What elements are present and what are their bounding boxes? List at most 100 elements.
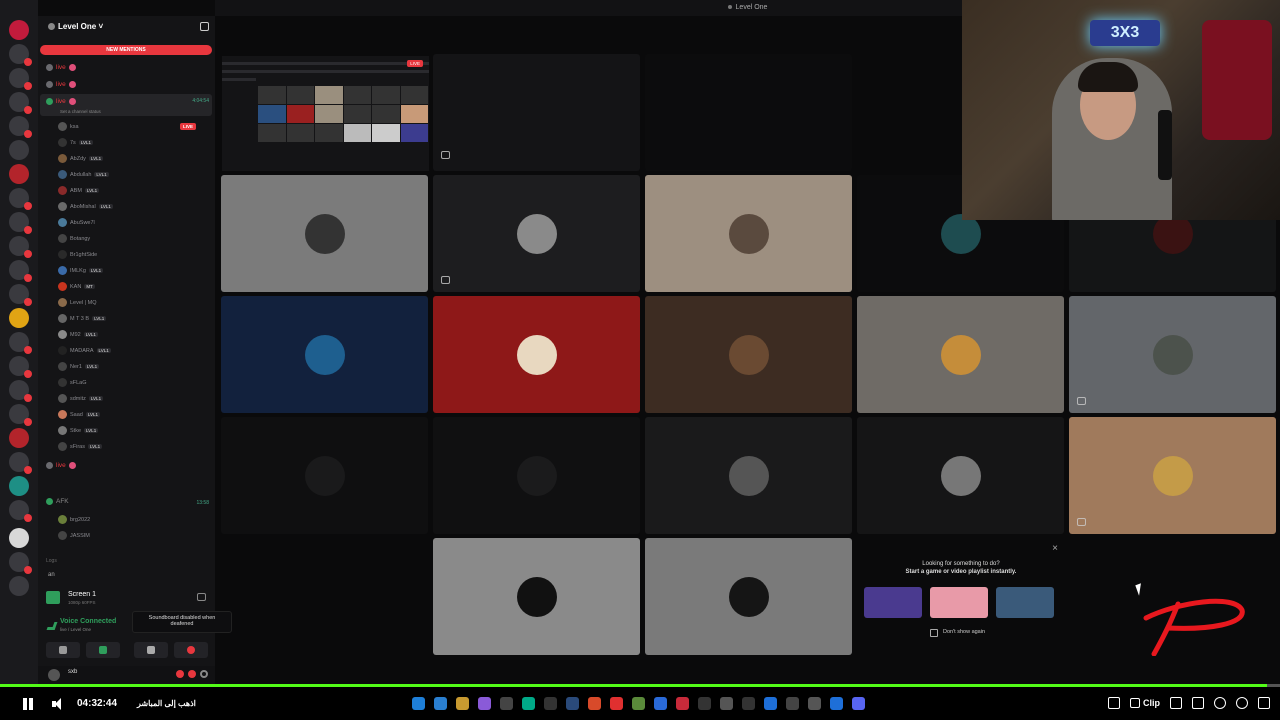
list-item[interactable]: sFLaG	[58, 377, 208, 388]
voice-channel-afk[interactable]: AFK	[46, 498, 69, 505]
server-icon[interactable]	[9, 332, 32, 354]
chat-icon[interactable]	[1170, 697, 1182, 709]
list-item[interactable]: 7s LVL1	[58, 137, 208, 148]
participant-tile[interactable]	[1069, 296, 1276, 413]
participant-tile[interactable]	[221, 417, 428, 534]
expand-icon[interactable]	[1258, 697, 1270, 709]
participant-tile[interactable]	[645, 417, 852, 534]
server-icon[interactable]	[9, 284, 32, 306]
voice-channel-live-3[interactable]: live	[46, 95, 76, 107]
server-icon-home[interactable]	[9, 20, 29, 40]
list-item[interactable]: KAN MT	[58, 281, 208, 292]
dont-show-label[interactable]: Don't show again	[943, 629, 985, 635]
soundboard-button[interactable]	[174, 642, 208, 658]
participant-tile[interactable]	[1069, 417, 1276, 534]
server-icon[interactable]	[9, 380, 32, 402]
screen-share-tile[interactable]: LIVE	[222, 56, 429, 171]
server-icon[interactable]	[9, 188, 32, 210]
noise-suppression-button[interactable]	[46, 642, 80, 658]
voice-channel-live-4[interactable]: live	[46, 459, 76, 471]
participant-tile[interactable]	[433, 538, 640, 655]
server-icon[interactable]	[9, 92, 32, 114]
list-item[interactable]: Level | MQ	[58, 297, 208, 308]
mic-muted-icon[interactable]	[176, 670, 184, 678]
server-icon[interactable]	[9, 576, 29, 596]
list-item[interactable]: AboMishal LVL1	[58, 201, 208, 212]
clip-button[interactable]: Clip	[1130, 698, 1160, 708]
server-icon[interactable]	[9, 428, 29, 448]
channel-status[interactable]: Set a channel status	[60, 109, 101, 114]
participant-tile[interactable]	[433, 54, 640, 171]
list-item[interactable]: brg2022	[58, 514, 208, 525]
participant-tile[interactable]	[221, 296, 428, 413]
avatar[interactable]	[48, 669, 60, 681]
participant-tile[interactable]	[433, 175, 640, 292]
channel-an[interactable]: an	[48, 572, 55, 578]
gear-icon[interactable]	[1236, 697, 1248, 709]
pause-button[interactable]	[22, 698, 34, 710]
dont-show-checkbox[interactable]	[930, 629, 938, 637]
list-item[interactable]: sFiras LVL1	[58, 441, 208, 452]
list-item[interactable]: AbZdy LVL1	[58, 153, 208, 164]
participant-tile[interactable]	[857, 417, 1064, 534]
server-icon[interactable]	[9, 68, 32, 90]
list-item[interactable]: ABM LVL1	[58, 185, 208, 196]
participant-tile[interactable]	[645, 538, 852, 655]
participant-tile[interactable]	[645, 175, 852, 292]
popout-icon[interactable]	[441, 276, 450, 284]
voice-connected-label[interactable]: Voice Connected	[60, 618, 116, 625]
voice-channel-live-2[interactable]: live	[46, 78, 76, 90]
popout-icon[interactable]	[441, 151, 450, 159]
fullscreen-icon[interactable]	[1192, 697, 1204, 709]
list-item[interactable]: JASSIM	[58, 530, 208, 541]
activity-card[interactable]	[864, 587, 922, 618]
server-header[interactable]: Level One ˅	[48, 22, 103, 31]
activity-card[interactable]	[996, 587, 1054, 618]
theater-mode-icon[interactable]	[1108, 697, 1120, 709]
volume-button[interactable]	[52, 698, 66, 710]
list-item[interactable]: Br1ghtSide	[58, 249, 208, 260]
server-icon[interactable]	[9, 260, 32, 282]
close-icon[interactable]: ×	[1052, 543, 1058, 554]
list-item[interactable]: IMLKg LVL1	[58, 265, 208, 276]
server-icon[interactable]	[9, 500, 32, 522]
list-item[interactable]: M T 3 B LVL1	[58, 313, 208, 324]
server-icon[interactable]	[9, 116, 32, 138]
quality-icon[interactable]	[1214, 697, 1226, 709]
add-user-icon[interactable]	[200, 22, 209, 31]
new-mentions-banner[interactable]: NEW MENTIONS	[40, 45, 212, 55]
server-icon[interactable]	[9, 236, 32, 258]
server-icon[interactable]	[9, 476, 29, 496]
list-item[interactable]: Ner1 LVL1	[58, 361, 208, 372]
server-icon[interactable]	[9, 528, 29, 548]
activity-card[interactable]	[930, 587, 988, 618]
server-icon[interactable]	[9, 44, 32, 66]
server-icon[interactable]	[9, 140, 29, 160]
activities-button[interactable]	[134, 642, 168, 658]
list-item[interactable]: Stke LVL1	[58, 425, 208, 436]
participant-tile[interactable]	[221, 175, 428, 292]
list-item[interactable]: AbuSwe7l	[58, 217, 208, 228]
participant-tile[interactable]	[645, 296, 852, 413]
server-icon[interactable]	[9, 356, 32, 378]
server-icon[interactable]	[9, 404, 32, 426]
category-logs[interactable]: Logs	[46, 558, 57, 564]
popout-icon[interactable]	[1077, 397, 1086, 405]
voice-location[interactable]: live / Level One	[60, 627, 91, 632]
go-live-button[interactable]: اذهب إلى المباشر	[137, 699, 196, 708]
server-icon[interactable]	[9, 308, 29, 328]
user-name[interactable]: sxb	[68, 669, 77, 675]
participant-tile[interactable]	[857, 296, 1064, 413]
participant-tile[interactable]	[433, 296, 640, 413]
participant-tile[interactable]	[433, 417, 640, 534]
list-item[interactable]: Abdullah LVL1	[58, 169, 208, 180]
popout-icon[interactable]	[197, 593, 206, 601]
screen-share-panel[interactable]: Screen 1 1080p 60FPS	[42, 588, 210, 610]
list-item[interactable]: ksa	[58, 121, 208, 132]
server-icon[interactable]	[9, 212, 32, 234]
list-item[interactable]: sdmitz LVL1	[58, 393, 208, 404]
server-icon[interactable]	[9, 164, 29, 184]
share-screen-button[interactable]	[86, 642, 120, 658]
list-item[interactable]: M92 LVL1	[58, 329, 208, 340]
voice-channel-live-1[interactable]: live	[46, 61, 76, 73]
